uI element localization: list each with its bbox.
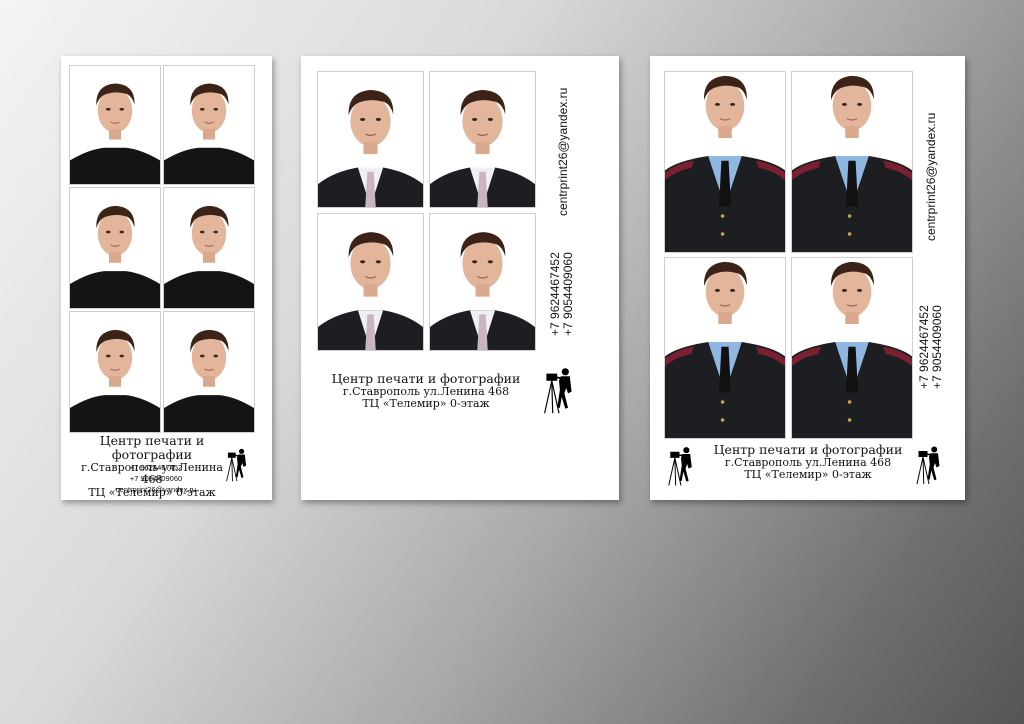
portrait-photo	[69, 65, 161, 185]
portrait-photo	[163, 311, 255, 433]
portrait-photo	[163, 65, 255, 185]
photo-sheet-sweater: Центр печати и фотографии г.Ставрополь у…	[61, 56, 272, 500]
studio-mall: ТЦ «Телемир» 0-этаж	[744, 468, 872, 482]
phone-2: +7 9054409060	[561, 252, 576, 336]
vertical-phones: +7 9624467452 +7 9054409060	[548, 252, 576, 336]
photographer-with-tripod-icon	[665, 441, 697, 487]
photographer-with-tripod-icon	[224, 441, 250, 485]
studio-title: Центр печати и фотографии	[713, 442, 903, 457]
vertical-email: centrprint26@yandex.ru	[556, 87, 570, 216]
portrait-photo	[791, 71, 913, 253]
vertical-phones: +7 9624467452 +7 9054409060	[917, 305, 945, 389]
portrait-photo	[163, 187, 255, 309]
photographer-with-tripod-icon	[914, 440, 944, 486]
studio-caption: Центр печати и фотографии г.Ставрополь у…	[708, 443, 908, 482]
contacts-block: +7 9624467452 +7 9054409060 centrprint26…	[91, 463, 221, 496]
email: centrprint26@yandex.ru	[115, 484, 197, 494]
portrait-photo	[664, 71, 786, 253]
portrait-photo	[69, 187, 161, 309]
phone-2: +7 9054409060	[930, 305, 945, 389]
portrait-photo	[429, 213, 536, 351]
portrait-photo	[664, 257, 786, 439]
portrait-photo	[69, 311, 161, 433]
portrait-photo	[317, 213, 424, 351]
photo-sheet-suit-tie: centrprint26@yandex.ru +7 9624467452 +7 …	[301, 56, 619, 500]
photographer-with-tripod-icon	[541, 359, 577, 417]
phone-1: +7 9624467452	[129, 463, 183, 472]
studio-title: Центр печати и фотографии	[99, 433, 205, 462]
portrait-photo	[791, 257, 913, 439]
studio-mall: ТЦ «Телемир» 0-этаж	[362, 397, 490, 411]
studio-title: Центр печати и фотографии	[331, 371, 521, 386]
vertical-email: centrprint26@yandex.ru	[924, 112, 938, 241]
portrait-photo	[317, 71, 424, 208]
photo-sheet-uniform: centrprint26@yandex.ru +7 9624467452 +7 …	[650, 56, 965, 500]
portrait-photo	[429, 71, 536, 208]
phone-2: +7 9054409060	[129, 473, 183, 483]
studio-caption: Центр печати и фотографии г.Ставрополь у…	[331, 372, 521, 411]
